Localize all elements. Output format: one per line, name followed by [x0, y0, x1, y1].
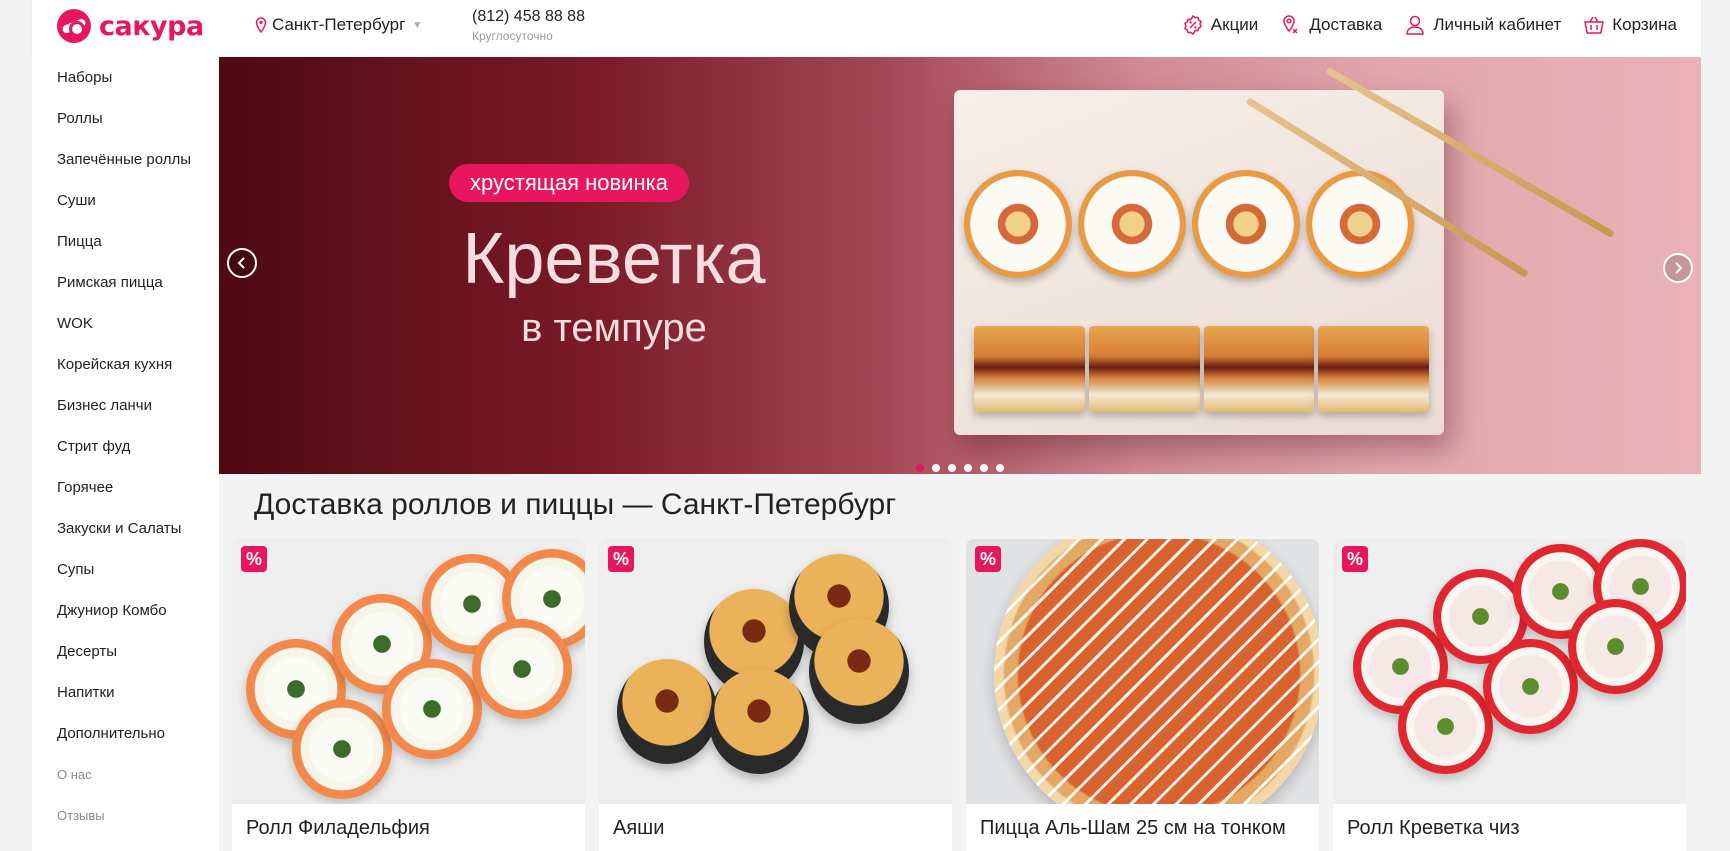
nav-delivery[interactable]: Доставка	[1280, 14, 1382, 36]
banner-dot[interactable]	[996, 464, 1004, 472]
banner-badge: хрустящая новинка	[449, 164, 689, 202]
roll-piece	[1078, 170, 1186, 278]
sidebar-item-business-lunch[interactable]: Бизнес ланчи	[32, 390, 219, 431]
product-image: %	[1333, 539, 1686, 804]
banner-dot[interactable]	[932, 464, 940, 472]
banner-dot[interactable]	[948, 464, 956, 472]
sidebar-item-about[interactable]: О нас	[32, 759, 219, 800]
nav-cart[interactable]: Корзина	[1583, 14, 1677, 36]
logo[interactable]: сакура	[57, 8, 204, 44]
product-image: %	[966, 539, 1319, 804]
percent-icon	[1183, 14, 1202, 36]
chevron-right-icon	[1675, 262, 1683, 274]
sidebar-item-sets[interactable]: Наборы	[32, 62, 219, 103]
banner-subtitle: в темпуре	[521, 306, 707, 350]
chevron-down-icon: ▼	[412, 19, 423, 31]
sidebar-item-korean[interactable]: Корейская кухня	[32, 349, 219, 390]
banner-prev-button[interactable]	[227, 248, 257, 278]
product-name: Пицца Аль-Шам 25 см на тонком	[980, 817, 1286, 839]
banner-food-image	[954, 90, 1444, 435]
category-sidebar: Наборы Роллы Запечённые роллы Суши Пицца…	[32, 57, 219, 851]
promo-banner[interactable]: хрустящая новинка Креветка в темпуре	[219, 57, 1701, 474]
city-name: Санкт-Петербург	[272, 15, 406, 34]
phone-number[interactable]: (812) 458 88 88	[472, 8, 585, 26]
banner-pagination	[916, 464, 1004, 472]
roll-row	[974, 326, 1429, 412]
sidebar-item-hot[interactable]: Горячее	[32, 472, 219, 513]
product-card[interactable]: % Ролл Креветка чиз	[1333, 539, 1686, 851]
roll-piece	[964, 170, 1072, 278]
product-card[interactable]: % Пицца Аль-Шам 25 см на тонком	[966, 539, 1319, 851]
basket-icon	[1584, 16, 1605, 34]
location-pin-icon	[255, 17, 267, 33]
logo-text: сакура	[99, 10, 204, 42]
roll-piece	[1192, 170, 1300, 278]
sidebar-item-soups[interactable]: Супы	[32, 554, 219, 595]
sidebar-item-snacks-salads[interactable]: Закуски и Салаты	[32, 513, 219, 554]
header: сакура Санкт-Петербург ▼ (812) 458 88 88…	[32, 0, 1701, 57]
page-title: Доставка роллов и пиццы — Санкт-Петербур…	[254, 488, 897, 521]
page: сакура Санкт-Петербург ▼ (812) 458 88 88…	[32, 0, 1701, 851]
nav-label: Доставка	[1309, 15, 1383, 34]
nav-label: Акции	[1210, 15, 1259, 34]
product-grid: % Ролл Филадельфия % Аяши % Пицца Аль-Ша…	[232, 539, 1686, 851]
sidebar-item-desserts[interactable]: Десерты	[32, 636, 219, 677]
sidebar-item-reviews[interactable]: Отзывы	[32, 800, 219, 841]
sidebar-item-sushi[interactable]: Суши	[32, 185, 219, 226]
banner-next-button[interactable]	[1663, 253, 1693, 283]
sidebar-item-rolls[interactable]: Роллы	[32, 103, 219, 144]
top-nav: Акции Доставка Личный кабинет Корзина	[1182, 14, 1677, 36]
sidebar-item-baked-rolls[interactable]: Запечённые роллы	[32, 144, 219, 185]
working-hours: Круглосуточно	[472, 29, 553, 43]
delivery-pin-icon	[1283, 15, 1298, 34]
sidebar-item-drinks[interactable]: Напитки	[32, 677, 219, 718]
chevron-left-icon	[237, 257, 245, 269]
product-name: Аяши	[613, 817, 665, 839]
sidebar-item-wok[interactable]: WOK	[32, 308, 219, 349]
sidebar-item-pizza[interactable]: Пицца	[32, 226, 219, 267]
product-name: Ролл Креветка чиз	[1347, 817, 1520, 839]
product-name: Ролл Филадельфия	[246, 817, 430, 839]
nav-promotions[interactable]: Акции	[1182, 14, 1259, 36]
banner-title: Креветка	[462, 219, 766, 299]
product-image: %	[232, 539, 585, 804]
product-card[interactable]: % Аяши	[599, 539, 952, 851]
roll-piece	[1306, 170, 1414, 278]
user-icon	[1406, 15, 1425, 35]
sidebar-item-extra[interactable]: Дополнительно	[32, 718, 219, 759]
banner-dot[interactable]	[916, 464, 924, 472]
sakura-logo-icon	[57, 9, 91, 43]
discount-badge: %	[608, 546, 634, 572]
banner-dot[interactable]	[980, 464, 988, 472]
phone-block: (812) 458 88 88 Круглосуточно	[472, 8, 585, 43]
discount-badge: %	[1342, 546, 1368, 572]
sidebar-item-junior-combo[interactable]: Джуниор Комбо	[32, 595, 219, 636]
discount-badge: %	[241, 546, 267, 572]
nav-account[interactable]: Личный кабинет	[1404, 14, 1561, 36]
nav-label: Корзина	[1612, 15, 1677, 34]
discount-badge: %	[975, 546, 1001, 572]
product-image: %	[599, 539, 952, 804]
nav-label: Личный кабинет	[1433, 15, 1562, 34]
sidebar-item-street-food[interactable]: Стрит фуд	[32, 431, 219, 472]
banner-dot[interactable]	[964, 464, 972, 472]
city-selector[interactable]: Санкт-Петербург ▼	[255, 15, 422, 35]
product-card[interactable]: % Ролл Филадельфия	[232, 539, 585, 851]
sidebar-item-roman-pizza[interactable]: Римская пицца	[32, 267, 219, 308]
